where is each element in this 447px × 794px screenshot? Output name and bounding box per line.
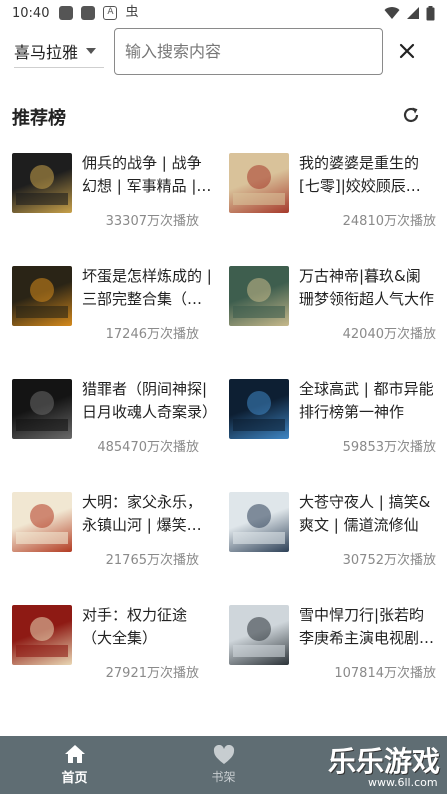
cover-art [233,391,285,431]
search-input[interactable] [114,28,383,75]
platform-dropdown[interactable]: 喜马拉雅 [14,34,104,68]
book-cover-image [229,153,289,213]
book-play-count: 27921万次播放 [105,666,199,681]
search-row: 喜马拉雅 [0,26,447,82]
book-card[interactable]: 佣兵的战争 | 战争幻想 | 军事精品 | 多人有声剧 33307万次播放 [0,148,215,248]
book-play-count: 485470万次播放 [97,440,199,455]
cover-art [233,165,285,205]
book-cover-image [229,379,289,439]
book-play-count: 59853万次播放 [342,440,436,455]
cover-art [233,278,285,318]
book-play-count: 107814万次播放 [334,666,436,681]
nav-shelf-label: 书架 [211,770,236,784]
status-time: 10:40 [12,5,50,21]
book-cover-image [12,379,72,439]
book-play-count: 21765万次播放 [105,553,199,568]
book-title: 猎罪者（阴间神探|日月收魂人奇案录） [82,380,216,421]
refresh-icon [403,107,419,123]
book-title: 大苍守夜人 | 搞笑&爽文 | 儒道流修仙 [299,493,431,534]
wifi-icon [384,7,400,20]
notification-app-icon [81,6,96,20]
book-title: 对手：权力征途（大全集） [82,606,188,647]
book-cover-image [229,492,289,552]
close-button[interactable] [392,36,422,66]
status-right-icons [384,5,435,21]
book-title: 佣兵的战争 | 战争幻想 | 军事精品 | 多人有声剧 [82,154,202,195]
close-icon [399,43,415,59]
book-card[interactable]: 万古神帝|暮玖&阑珊梦领衔超人气大作 42040万次播放 [229,261,444,361]
cover-art [16,278,68,318]
book-cover-image [229,266,289,326]
book-cover-image [12,153,72,213]
book-card[interactable]: 雪中悍刀行|张若昀李庚希主演电视剧原著 107814万次播放 [229,600,444,700]
book-title: 万古神帝|暮玖&阑珊梦领衔超人气大作 [299,267,435,308]
cover-art [233,617,285,657]
book-title: 雪中悍刀行|张若昀李庚希主演电视剧原著 [299,606,435,647]
book-title: 全球高武 | 都市异能排行榜第一神作 [299,380,434,421]
section-title: 推荐榜 [12,108,66,129]
watermark-url: www.6ll.com [368,776,438,789]
status-bar: 10:40 A 虫 [0,0,447,26]
watermark: 乐乐游戏 www.6ll.com [328,740,446,792]
cover-art [233,504,285,544]
recommend-header: 推荐榜 [0,96,447,136]
book-play-count: 42040万次播放 [342,327,436,342]
heart-icon [213,745,234,764]
book-play-count: 17246万次播放 [105,327,199,342]
book-title: 我的婆婆是重生的[七零]|姣姣顾辰小说 [299,154,421,195]
nav-shelf[interactable]: 书架 [149,736,298,794]
book-card[interactable]: 我的婆婆是重生的[七零]|姣姣顾辰小说 24810万次播放 [229,148,444,248]
book-card[interactable]: 坏蛋是怎样炼成的 | 三部完整合集（多人剧） 17246万次播放 [0,261,215,361]
book-card[interactable]: 全球高武 | 都市异能排行榜第一神作 59853万次播放 [229,374,444,474]
book-cover-image [12,605,72,665]
cover-art [16,617,68,657]
notification-a-icon: A [103,6,118,20]
signal-icon [407,7,419,19]
book-card[interactable]: 大苍守夜人 | 搞笑&爽文 | 儒道流修仙 30752万次播放 [229,487,444,587]
watermark-logo: 乐乐游戏 [328,745,441,778]
cover-art [16,165,68,205]
book-play-count: 24810万次播放 [342,214,436,229]
book-title: 大明：家父永乐，永镇山河 | 爆笑历史 [82,493,203,534]
book-title: 坏蛋是怎样炼成的 | 三部完整合集（多人剧） [82,267,212,308]
notification-app-icon [59,6,74,20]
nav-home[interactable]: 首页 [0,736,149,794]
book-play-count: 30752万次播放 [342,553,436,568]
cover-art [16,504,68,544]
platform-label: 喜马拉雅 [14,42,79,62]
chevron-down-icon [86,47,97,54]
book-card[interactable]: 大明：家父永乐，永镇山河 | 爆笑历史 21765万次播放 [0,487,215,587]
cover-art [16,391,68,431]
book-cover-image [12,492,72,552]
book-cover-image [229,605,289,665]
book-cover-image [12,266,72,326]
book-play-count: 33307万次播放 [105,214,199,229]
book-card[interactable]: 对手：权力征途（大全集） 27921万次播放 [0,600,215,700]
notification-bug-icon: 虫 [125,5,139,20]
refresh-button[interactable] [398,102,424,128]
nav-home-label: 首页 [61,771,88,786]
book-card[interactable]: 猎罪者（阴间神探|日月收魂人奇案录） 485470万次播放 [0,374,216,474]
home-icon [64,745,85,763]
battery-icon [426,5,435,20]
